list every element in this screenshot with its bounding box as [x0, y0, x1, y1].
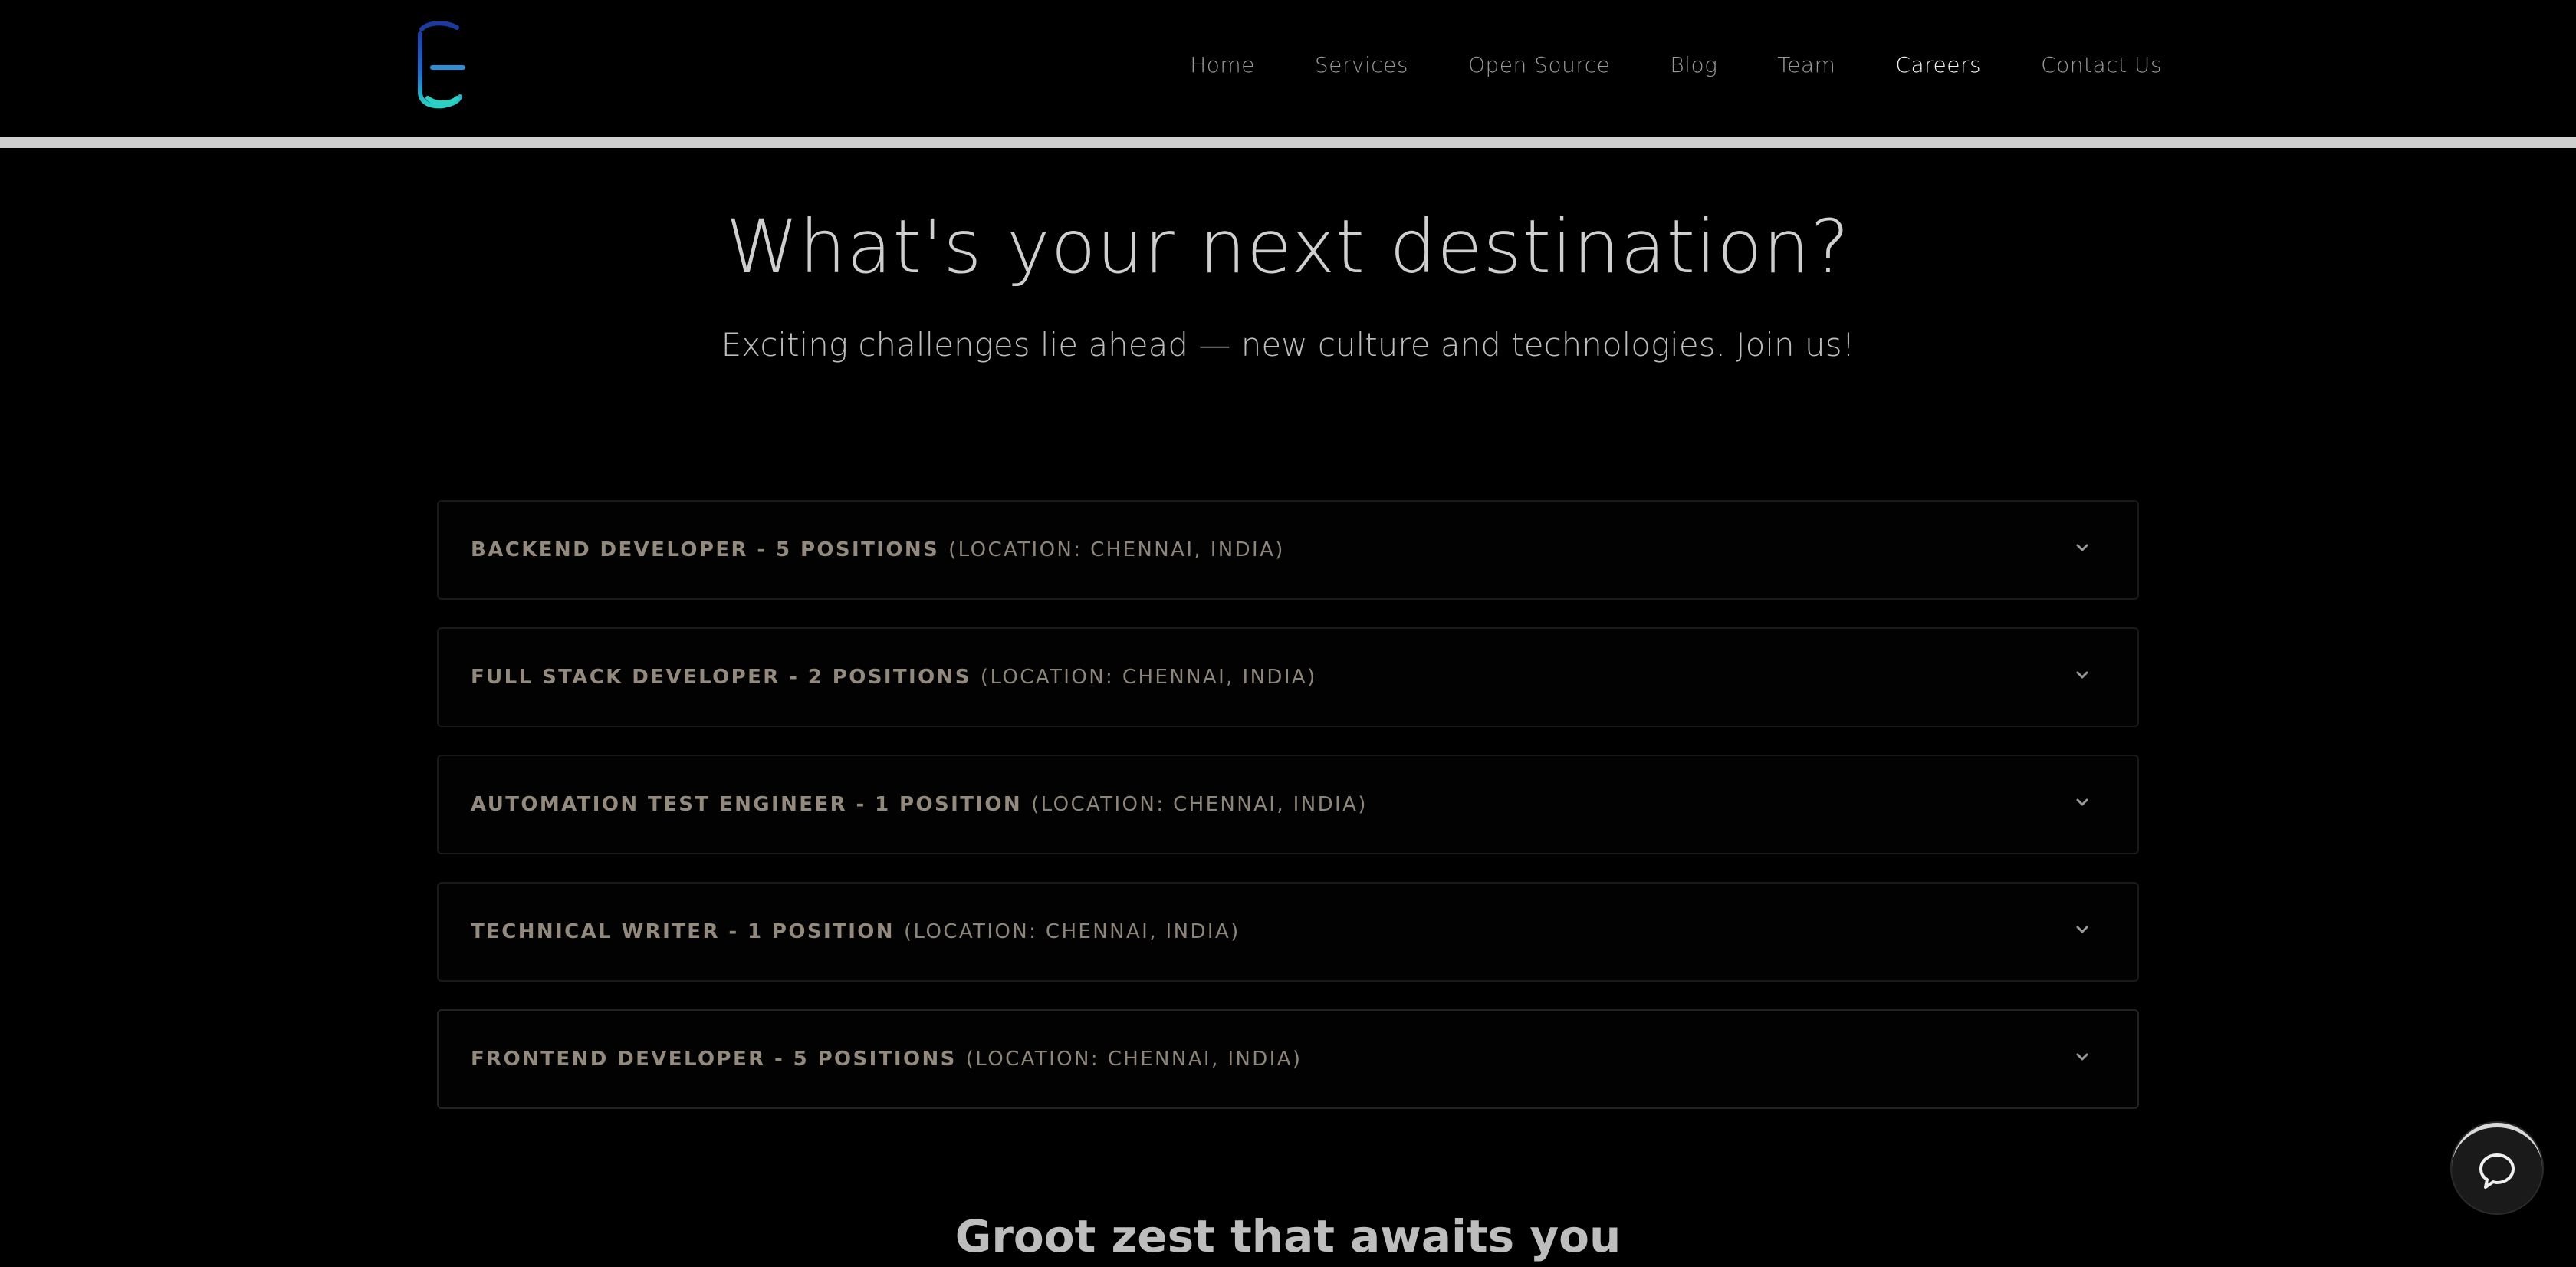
chevron-down-icon[interactable]: [2075, 540, 2090, 555]
job-role: AUTOMATION TEST ENGINEER - 1 POSITION: [471, 793, 1023, 816]
job-item-full-stack-developer[interactable]: FULL STACK DEVELOPER - 2 POSITIONS (LOCA…: [437, 627, 2139, 727]
nav-careers[interactable]: Careers: [1895, 52, 1981, 77]
job-role: BACKEND DEVELOPER - 5 POSITIONS: [471, 538, 940, 561]
job-location: (LOCATION: CHENNAI, INDIA): [980, 666, 1317, 689]
job-item-backend-developer[interactable]: BACKEND DEVELOPER - 5 POSITIONS (LOCATIO…: [437, 500, 2139, 600]
chevron-down-icon[interactable]: [2075, 1049, 2090, 1065]
page-subtitle: Exciting challenges lie ahead — new cult…: [721, 326, 1855, 364]
job-location: (LOCATION: CHENNAI, INDIA): [903, 920, 1240, 943]
job-role: FRONTEND DEVELOPER - 5 POSITIONS: [471, 1048, 957, 1071]
page-title: What's your next destination?: [725, 204, 1851, 290]
nav-services[interactable]: Services: [1315, 52, 1408, 77]
nav-blog[interactable]: Blog: [1670, 52, 1717, 77]
header-divider: [0, 137, 2576, 148]
chat-widget-button[interactable]: [2452, 1123, 2542, 1213]
job-openings-accordion: BACKEND DEVELOPER - 5 POSITIONS (LOCATIO…: [437, 500, 2139, 1109]
nav-home[interactable]: Home: [1190, 52, 1255, 77]
brand-logo-icon[interactable]: [412, 21, 468, 110]
chevron-down-icon[interactable]: [2075, 795, 2090, 810]
section-heading: Groot zest that awaits you: [955, 1210, 1622, 1262]
job-title: AUTOMATION TEST ENGINEER - 1 POSITION (L…: [471, 756, 1368, 853]
chevron-down-icon[interactable]: [2075, 922, 2090, 937]
job-title: TECHNICAL WRITER - 1 POSITION (LOCATION:…: [471, 884, 1240, 980]
job-item-automation-test-engineer[interactable]: AUTOMATION TEST ENGINEER - 1 POSITION (L…: [437, 755, 2139, 854]
job-location: (LOCATION: CHENNAI, INDIA): [1031, 793, 1368, 816]
job-item-technical-writer[interactable]: TECHNICAL WRITER - 1 POSITION (LOCATION:…: [437, 882, 2139, 982]
job-location: (LOCATION: CHENNAI, INDIA): [965, 1048, 1303, 1071]
job-item-frontend-developer[interactable]: FRONTEND DEVELOPER - 5 POSITIONS (LOCATI…: [437, 1009, 2139, 1109]
chat-bubble-icon: [2479, 1153, 2515, 1189]
job-title: BACKEND DEVELOPER - 5 POSITIONS (LOCATIO…: [471, 502, 1285, 598]
main-nav: Home Services Open Source Blog Team Care…: [1190, 52, 2162, 77]
job-location: (LOCATION: CHENNAI, INDIA): [948, 538, 1285, 561]
job-role: TECHNICAL WRITER - 1 POSITION: [471, 920, 895, 943]
site-header: Home Services Open Source Blog Team Care…: [0, 0, 2576, 138]
nav-open-source[interactable]: Open Source: [1468, 52, 1610, 77]
nav-team[interactable]: Team: [1777, 52, 1835, 77]
job-title: FRONTEND DEVELOPER - 5 POSITIONS (LOCATI…: [471, 1011, 1302, 1107]
nav-contact-us[interactable]: Contact Us: [2041, 52, 2162, 77]
chevron-down-icon[interactable]: [2075, 667, 2090, 683]
job-role: FULL STACK DEVELOPER - 2 POSITIONS: [471, 666, 971, 689]
job-title: FULL STACK DEVELOPER - 2 POSITIONS (LOCA…: [471, 629, 1317, 726]
